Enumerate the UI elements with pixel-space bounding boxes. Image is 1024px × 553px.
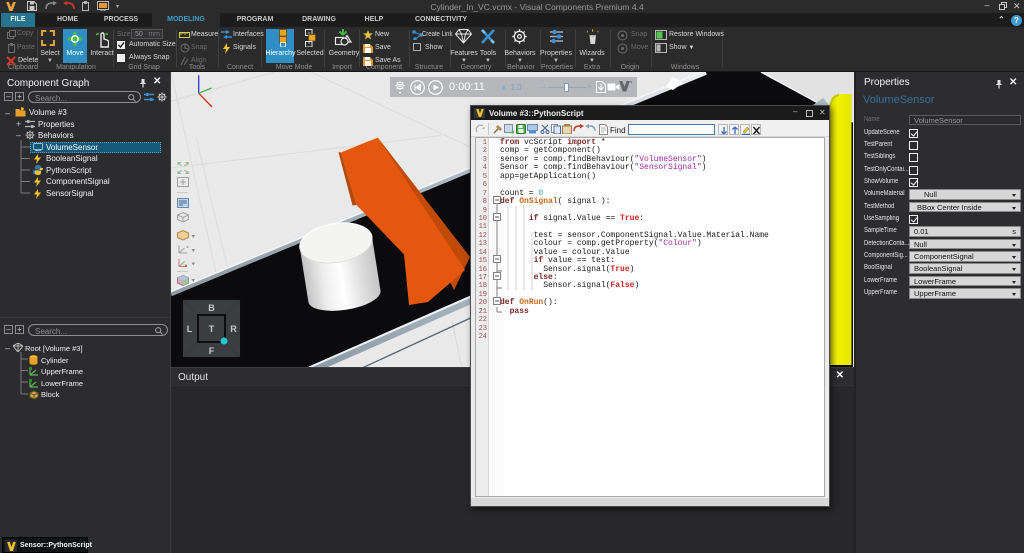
svg-text:F: F	[209, 346, 215, 356]
svg-text:T: T	[209, 324, 215, 334]
svg-text:L: L	[187, 324, 193, 334]
svg-text:R: R	[230, 324, 237, 334]
svg-text:B: B	[208, 303, 215, 313]
